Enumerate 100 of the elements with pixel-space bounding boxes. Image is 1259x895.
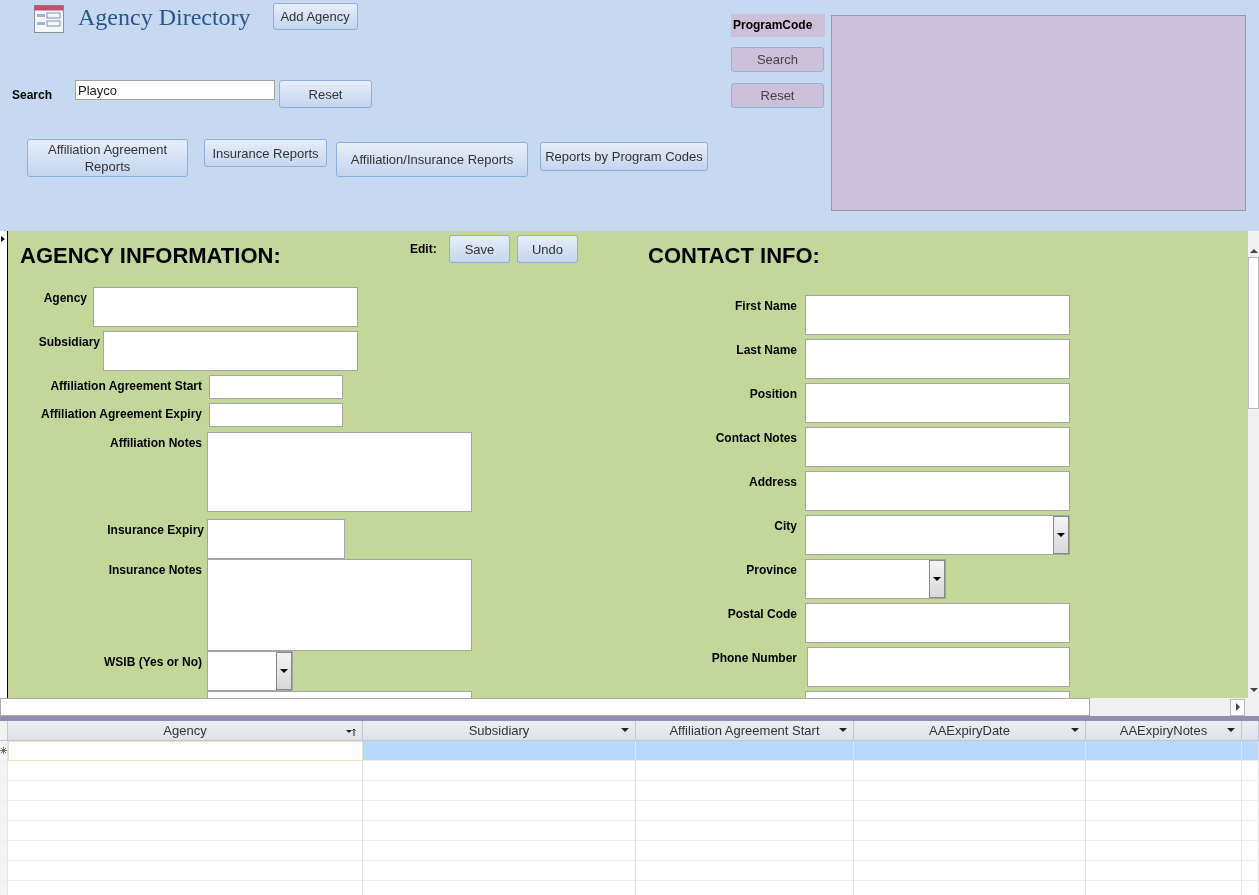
add-agency-button[interactable]: Add Agency [272,3,358,30]
vertical-scrollbar[interactable] [1247,231,1259,698]
table-cell[interactable] [854,861,1086,881]
table-cell[interactable] [1242,781,1259,801]
table-cell[interactable] [636,801,854,821]
field-label: WSIB (Yes or No) [104,655,202,669]
input-field[interactable] [805,339,1070,379]
table-cell[interactable] [1242,861,1259,881]
caret-icon[interactable] [621,728,629,732]
column-header[interactable]: Subsidiary [363,721,636,741]
column-header[interactable]: Affiliation Agreement Start [636,721,854,741]
dropdown-field[interactable] [805,559,946,599]
save-button[interactable]: Save [449,235,510,263]
table-cell[interactable] [363,801,636,821]
field-label: Insurance Notes [108,563,202,577]
reset-button[interactable]: Reset [279,80,372,108]
table-cell[interactable] [854,821,1086,841]
table-cell[interactable] [363,781,636,801]
input-field[interactable] [209,375,343,399]
field-label: Postal Code [727,607,797,621]
table-cell[interactable] [8,741,363,761]
report-button[interactable]: Reports by Program Codes [540,142,708,171]
dropdown-button[interactable] [929,560,945,598]
table-cell[interactable] [363,761,636,781]
scroll-down-icon[interactable] [1249,688,1258,692]
input-field[interactable] [209,403,343,427]
field-label: Phone Number [711,651,797,665]
field-label: First Name [734,299,797,313]
column-header[interactable]: Agency [8,721,363,741]
scroll-thumb[interactable] [1248,257,1259,409]
table-cell[interactable] [363,741,636,761]
table-cell[interactable] [1242,821,1259,841]
table-cell[interactable] [854,761,1086,781]
column-header[interactable] [1242,721,1259,741]
field-label: Affiliation Agreement Start [50,379,202,393]
report-button[interactable]: Affiliation/Insurance Reports [336,142,528,177]
table-cell[interactable] [636,861,854,881]
table-cell[interactable] [636,781,854,801]
input-field[interactable] [207,519,345,559]
table-cell[interactable] [363,841,636,861]
table-cell[interactable] [854,801,1086,821]
table-cell[interactable] [8,841,363,861]
undo-button[interactable]: Undo [517,235,578,263]
table-cell[interactable] [1242,841,1259,861]
sort-ascending-icon[interactable] [346,728,356,736]
input-field[interactable] [207,432,472,512]
table-cell[interactable] [1242,801,1259,821]
horizontal-scrollbar[interactable] [0,698,1090,716]
table-cell[interactable] [8,801,363,821]
table-cell[interactable] [363,821,636,841]
caret-icon[interactable] [1227,728,1235,732]
table-cell[interactable] [636,841,854,861]
input-field[interactable] [93,287,358,327]
field-label: Agency [43,291,87,305]
table-cell[interactable] [1242,761,1259,781]
program-search-button[interactable]: Search [731,47,824,72]
scroll-up-icon[interactable] [1249,249,1258,253]
caret-icon[interactable] [1071,728,1079,732]
table-cell[interactable] [8,821,363,841]
table-cell[interactable] [1086,781,1242,801]
field-label: Insurance Expiry [107,523,204,537]
field-label: Affiliation Agreement Expiry [41,407,202,421]
column-header[interactable]: AAExpiryDate [854,721,1086,741]
input-field[interactable] [807,647,1070,687]
search-field[interactable]: Playco [75,80,275,100]
input-field[interactable] [805,295,1070,335]
table-cell[interactable] [854,781,1086,801]
program-code-list[interactable] [831,15,1246,211]
table-cell[interactable] [854,741,1086,761]
table-cell[interactable] [636,761,854,781]
input-field[interactable] [805,427,1070,467]
table-cell[interactable] [1086,761,1242,781]
input-field[interactable] [103,331,358,371]
input-field[interactable] [207,559,472,651]
table-cell[interactable] [854,841,1086,861]
dropdown-button[interactable] [1053,516,1069,554]
dropdown-field[interactable] [207,651,293,691]
table-cell[interactable] [1086,821,1242,841]
table-cell[interactable] [1086,841,1242,861]
scroll-right-icon[interactable] [1230,698,1245,716]
table-cell[interactable] [1086,861,1242,881]
table-cell[interactable] [1086,741,1242,761]
input-field[interactable] [805,471,1070,511]
table-cell[interactable] [8,781,363,801]
table-cell[interactable] [1086,801,1242,821]
dropdown-field[interactable] [805,515,1070,555]
table-cell[interactable] [636,821,854,841]
report-button[interactable]: Affiliation Agreement Reports [27,139,188,177]
table-cell[interactable] [1242,741,1259,761]
caret-icon[interactable] [839,728,847,732]
table-cell[interactable] [636,741,854,761]
input-field[interactable] [805,603,1070,643]
report-button[interactable]: Insurance Reports [204,139,327,167]
input-field[interactable] [805,383,1070,423]
table-cell[interactable] [8,861,363,881]
table-cell[interactable] [8,761,363,781]
column-header[interactable]: AAExpiryNotes [1086,721,1242,741]
program-reset-button[interactable]: Reset [731,83,824,108]
table-cell[interactable] [363,861,636,881]
dropdown-button[interactable] [276,652,292,690]
